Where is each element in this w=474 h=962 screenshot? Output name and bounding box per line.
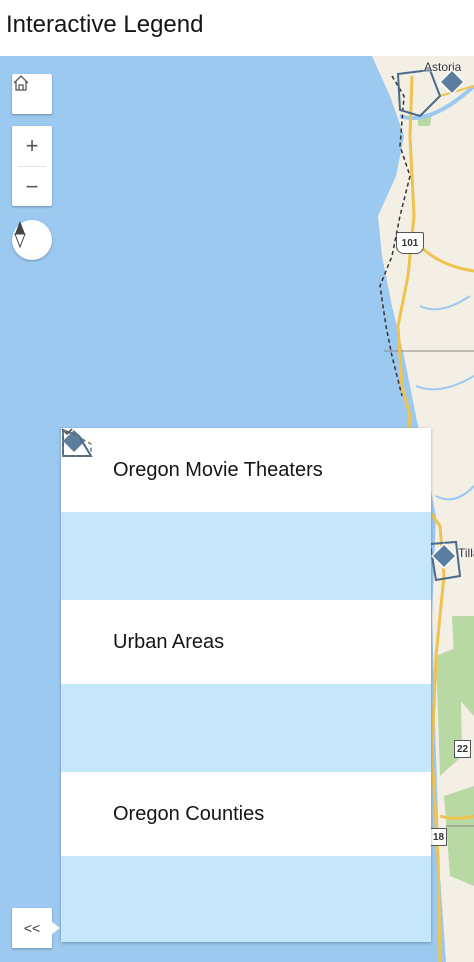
legend-symbol-row xyxy=(61,428,431,772)
zoom-out-button[interactable]: − xyxy=(12,167,52,207)
city-label-tillamook: Tilla xyxy=(458,546,474,560)
dashed-polygon-icon xyxy=(62,428,131,916)
map-view[interactable]: Astoria Tilla 101 22 18 + − Oregon Movie… xyxy=(0,56,474,962)
diamond-icon xyxy=(63,430,131,572)
legend-panel: Oregon Movie Theaters Urban Areas Oregon… xyxy=(61,428,431,942)
highway-shield-22: 22 xyxy=(454,740,472,758)
zoom-in-button[interactable]: + xyxy=(12,126,52,166)
legend-collapse-button[interactable]: << xyxy=(12,908,52,948)
legend-layer-title: Oregon Movie Theaters xyxy=(113,459,323,481)
compass-button[interactable] xyxy=(12,220,52,260)
legend-symbol-row xyxy=(61,428,431,942)
app-header: Interactive Legend xyxy=(0,0,474,56)
zoom-controls: + − xyxy=(12,126,52,206)
app-title: Interactive Legend xyxy=(6,11,204,38)
highway-shield-18: 18 xyxy=(430,828,448,846)
home-button[interactable] xyxy=(12,74,52,114)
legend-layer-header-urban-areas[interactable]: Urban Areas xyxy=(61,428,431,684)
legend-layer-header-counties[interactable]: Oregon Counties xyxy=(61,428,431,856)
legend-layer-header-movie-theaters[interactable]: Oregon Movie Theaters xyxy=(61,428,431,512)
legend-layer-title: Oregon Counties xyxy=(113,803,265,825)
highway-shield-us101: 101 xyxy=(396,232,424,254)
collapse-pointer xyxy=(52,922,60,934)
polygon-outline-icon xyxy=(62,428,131,744)
compass-icon xyxy=(14,221,26,248)
home-icon xyxy=(13,75,29,91)
legend-layer-title: Urban Areas xyxy=(113,631,225,653)
theater-marker-tillamook[interactable] xyxy=(430,542,458,570)
legend-symbol-row xyxy=(61,430,431,600)
theater-marker-astoria[interactable] xyxy=(438,68,466,96)
